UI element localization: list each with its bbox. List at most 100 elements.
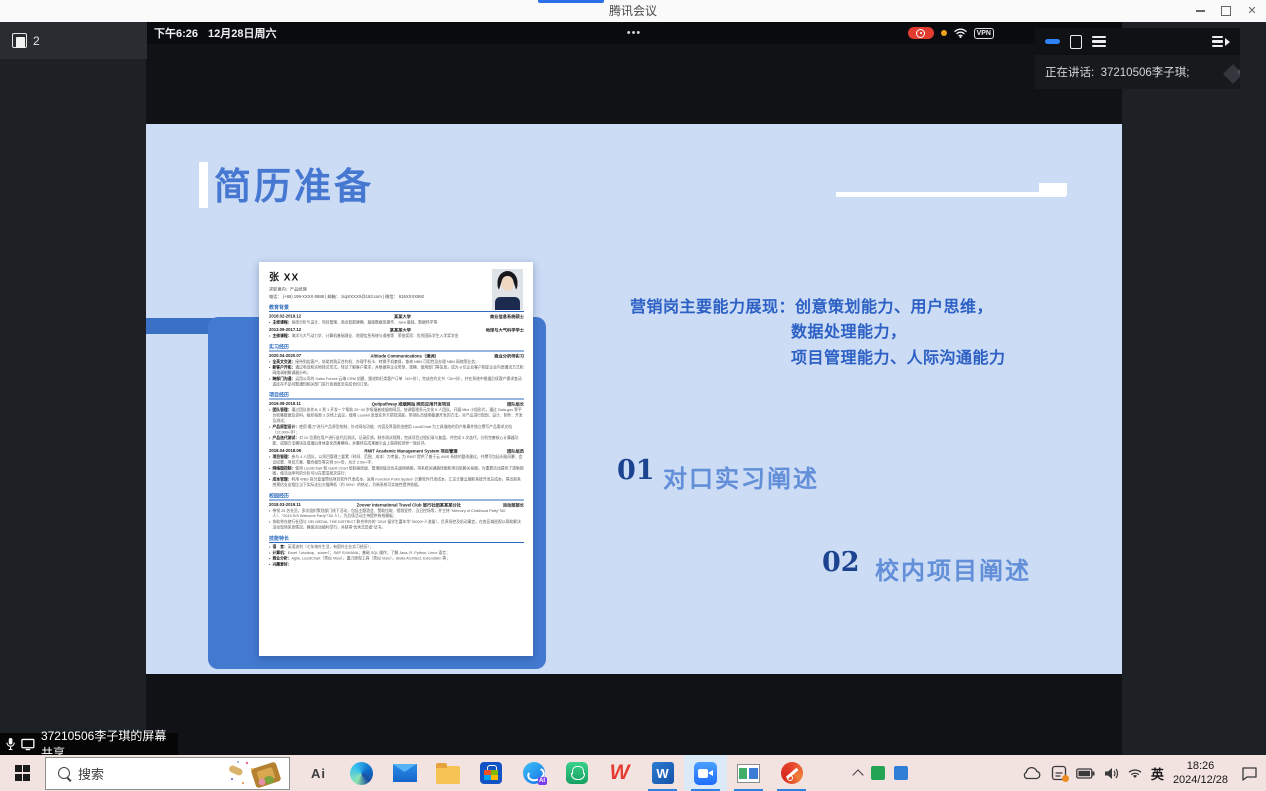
close-icon: ✕ — [1247, 6, 1256, 17]
edge-browser-icon — [350, 762, 373, 785]
search-placeholder: 搜索 — [78, 764, 104, 783]
taskbar-app-capture[interactable] — [770, 755, 813, 791]
resume-photo — [492, 269, 523, 310]
resume-section-title: 项目经历 — [269, 391, 524, 400]
tray-app-blue-icon[interactable] — [894, 766, 908, 780]
taskbar-app-mail[interactable] — [383, 755, 426, 791]
list-view-icon[interactable] — [1092, 34, 1106, 49]
resume-bullet: 新客户开拓：通过电话和实地拜访形式，拜访了解客户需求，并根据其企业类型、规模、使… — [269, 365, 524, 376]
item1-number: 01 — [617, 455, 655, 486]
taskbar-app-pen-input[interactable]: Ai — [297, 755, 340, 791]
maximize-button[interactable] — [1218, 3, 1234, 19]
decor-line — [836, 192, 1066, 197]
hidden-icons-chevron[interactable] — [852, 769, 863, 780]
tray-app-green-icon[interactable] — [871, 766, 885, 780]
mic-in-use-dot — [941, 30, 947, 36]
windows-logo-icon — [15, 765, 31, 781]
tencent-meeting-icon — [694, 762, 717, 785]
resume-bullet: 带领 25 名社员，多次组织策划部门线下活动，包括主题酒会、赞助拉取、视频宣传、… — [269, 508, 524, 519]
resume-body: 教育背景2018.02-2019.12某某大学商业信息系统硕士主修课程：系统分析… — [269, 303, 524, 567]
collapse-panel-icon[interactable] — [1212, 34, 1230, 49]
taskbar-app-wps[interactable]: W — [598, 755, 641, 791]
resume-contact: 电话： (+86) 199-XXXX-0688 | 邮箱： ziqiXXXXX@… — [269, 294, 524, 300]
ability-line-2: 数据处理能力， — [791, 318, 907, 342]
microsoft-store-icon — [480, 762, 502, 784]
resume-bullet: 成本管理：利用 WBS 拆分变量预估项目软件开发成本，运用 Function P… — [269, 477, 524, 488]
taskbar-app-store[interactable] — [469, 755, 512, 791]
resume-bullet: 商业分析：Agile, LucidChart（类似 Visio），墨刀原型工具（… — [269, 556, 524, 561]
onedrive-cloud-icon[interactable] — [1022, 766, 1042, 780]
resume-bullet: 主修课程：海洋与大气动力学、计算机基础理论、地理信息系统与遥感等 荣誉奖项：优秀… — [269, 333, 524, 338]
resume-bullet: 产品迭代测试：对 10 位潜在用户进行迭代后测试，记录反馈，制作测试视频，完成项… — [269, 436, 524, 447]
resume-document: 张 XX 求职意向：产品经理 电话： (+86) 199-XXXX-0688 |… — [259, 262, 533, 656]
screen-share-icon — [21, 738, 35, 751]
screen-record-indicator — [908, 27, 934, 39]
item1-label: 对口实习阐述 — [663, 459, 819, 494]
notification-app-icon[interactable] — [1051, 765, 1067, 781]
action-center-icon[interactable] — [1241, 766, 1258, 781]
window-title: 腾讯会议 — [0, 0, 1266, 22]
title-accent-bar — [199, 162, 208, 208]
search-box[interactable]: 搜索 — [45, 757, 290, 790]
resume-entry-header: 2018.02-2019.12某某大学商业信息系统硕士 — [269, 314, 524, 320]
windows-taskbar: 搜索 Ai AI W W — [0, 755, 1266, 791]
resume-entry-header: 2018.03-2019.11Zoover International Trav… — [269, 502, 524, 508]
speaking-label: 正在讲话: — [1045, 64, 1094, 80]
tencent-meeting-window: 腾讯会议 ✕ 下午6:26 12月28日周六 ••• — [0, 0, 1266, 791]
resume-bullet: 团队管理：通过团队协作从 0 到 1 开发一个帮助 25~40 岁吸烟者戒烟的网… — [269, 408, 524, 424]
resume-bullet: 跨部门沟通：运用公司的 Sales Forces 云端 CRM 创建、跟进和归类… — [269, 376, 524, 387]
taskbar-app-quark[interactable]: AI — [512, 755, 555, 791]
resume-bullet: 兴趣爱好： — [269, 562, 524, 567]
meeting-stage: 下午6:26 12月28日周六 ••• VPN 简历准备 — [0, 22, 1266, 755]
minimize-button[interactable] — [1192, 3, 1208, 19]
volume-icon[interactable] — [1104, 767, 1119, 780]
resume-bullet: 语 言：英语流利（七年海外生活，有国外企业实习经历）； — [269, 544, 524, 549]
seasonal-doodle — [225, 759, 287, 788]
microphone-icon — [6, 737, 15, 751]
resume-entry-header: 2020.04-2020.07Altitude Communications（澳… — [269, 353, 524, 359]
item2-label: 校内项目阐述 — [875, 551, 1031, 586]
resume-name: 张 XX — [269, 269, 524, 284]
clock-time: 18:26 — [1187, 760, 1215, 772]
presentation-slide: 简历准备 张 XX 求职意向：产品经理 电话： (+86) 199-XXXX-0… — [146, 124, 1122, 674]
file-explorer-icon — [436, 766, 460, 784]
taskbar-app-appstore[interactable] — [555, 755, 598, 791]
quark-browser-icon: AI — [523, 762, 545, 784]
window-mode-icon[interactable] — [1070, 35, 1082, 49]
ai-badge: AI — [538, 777, 547, 785]
resume-entry-header: 2013.09-2017.12某某某大学地球与大气科学学士 — [269, 327, 524, 333]
taskbar-app-edge[interactable] — [340, 755, 383, 791]
ability-line-3: 项目管理能力、人际沟通能力 — [791, 344, 1006, 368]
taskbar-app-word[interactable]: W — [641, 755, 684, 791]
network-signal-icon[interactable] — [1128, 767, 1142, 779]
search-icon — [58, 767, 70, 779]
resume-bullet: 产品原型设计：使用“墨刀”进行产品原型绘制，针对网站功能、内容及界面状态使用 L… — [269, 424, 524, 435]
resume-section-title: 技能特长 — [269, 534, 524, 543]
taskbar-clock[interactable]: 18:26 2024/12/28 — [1173, 759, 1228, 788]
taskbar-app-tencent-meeting[interactable] — [684, 755, 727, 791]
word-icon: W — [652, 762, 674, 784]
battery-icon[interactable] — [1076, 768, 1095, 779]
start-button[interactable] — [0, 755, 45, 791]
wps-office-icon: W — [610, 761, 630, 785]
layout-icon — [12, 33, 27, 48]
shared-screen: 下午6:26 12月28日周六 ••• VPN 简历准备 — [146, 22, 1122, 755]
close-button[interactable]: ✕ — [1244, 3, 1260, 19]
resume-section-title: 校园经历 — [269, 491, 524, 500]
taskbar-app-window[interactable] — [727, 755, 770, 791]
ime-indicator[interactable]: 英 — [1151, 764, 1164, 783]
mac-menubar: 下午6:26 12月28日周六 ••• VPN — [146, 22, 1122, 44]
app-store-icon — [566, 762, 588, 784]
minimize-panel-icon[interactable] — [1045, 39, 1060, 44]
resume-intent: 求职意向：产品经理 — [269, 286, 524, 292]
resume-section-title: 实习经历 — [269, 342, 524, 351]
screen-share-banner: 37210506李子琪的屏幕共享 — [0, 733, 178, 755]
decor-block — [1039, 183, 1067, 195]
resume-bullet: 协助举办旅行社团与 OEI MEDIA, THE DISTRICT 联合举办的 … — [269, 520, 524, 531]
clock-date: 2024/12/28 — [1173, 774, 1228, 786]
notification-dot — [1062, 775, 1069, 782]
member-count: 2 — [33, 34, 40, 48]
member-count-button[interactable]: 2 — [0, 22, 147, 59]
speaker-name: 37210506李子琪; — [1101, 64, 1190, 80]
taskbar-app-explorer[interactable] — [426, 755, 469, 791]
